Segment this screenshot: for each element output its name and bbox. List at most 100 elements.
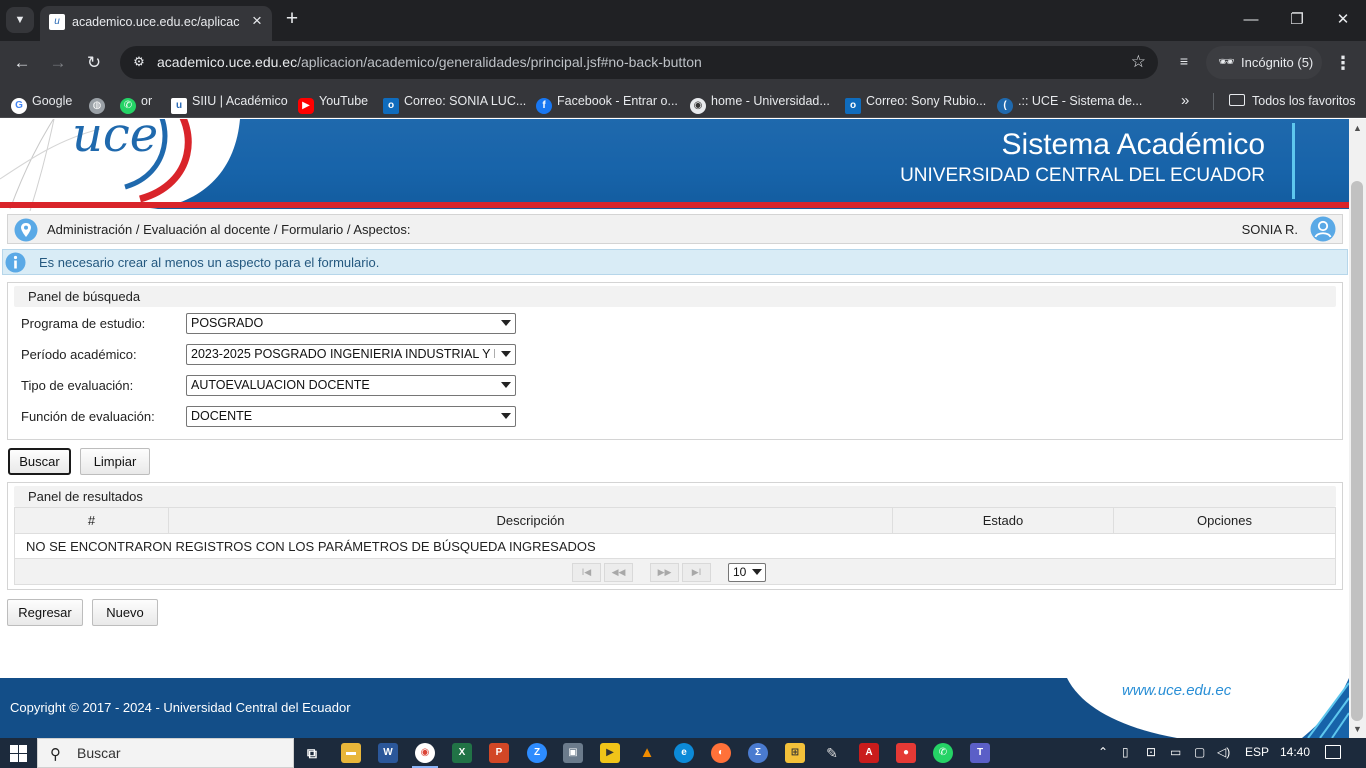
new-button[interactable]: Nuevo (92, 599, 158, 626)
tray-chevron-up-icon[interactable]: ⌃ (1098, 745, 1108, 759)
windows-start-icon[interactable] (10, 745, 27, 762)
scanner-icon[interactable]: ▣ (563, 743, 583, 763)
first-page-icon[interactable]: I◀ (572, 563, 601, 582)
powerpoint-icon[interactable]: P (489, 743, 509, 763)
scroll-thumb[interactable] (1351, 181, 1363, 721)
search-button[interactable]: Buscar (8, 448, 71, 475)
tab-close-icon[interactable]: × (247, 11, 267, 31)
info-text: Es necesario crear al menos un aspecto p… (39, 255, 380, 270)
bookmark-globe[interactable]: ◍ (89, 92, 110, 114)
media-player-icon[interactable]: ▶ (600, 743, 620, 763)
bookmark-star-icon[interactable]: ☆ (1131, 52, 1146, 72)
tray-volume-icon[interactable]: ◁) (1217, 745, 1230, 759)
acrobat-icon[interactable]: A (859, 743, 879, 763)
screen-recorder-icon[interactable]: ● (896, 743, 916, 763)
evaluation-function-select[interactable]: DOCENTE (186, 406, 516, 427)
evaluation-function-label: Función de evaluación: (21, 409, 155, 424)
breadcrumb: Administración / Evaluación al docente /… (7, 214, 1343, 244)
notification-center-icon[interactable] (1325, 745, 1341, 759)
scroll-down-icon[interactable]: ▼ (1353, 724, 1362, 734)
google-icon: G (11, 98, 27, 114)
reload-icon[interactable]: ↻ (81, 50, 107, 76)
chevron-down-icon (752, 569, 762, 575)
tray-language[interactable]: ESP (1245, 745, 1269, 759)
edge-icon[interactable]: e (674, 743, 694, 763)
tray-device-icon[interactable]: ▯ (1122, 745, 1129, 759)
back-button[interactable]: Regresar (7, 599, 83, 626)
new-tab-plus-icon[interactable]: + (281, 8, 303, 30)
page-scrollbar[interactable]: ▲ ▼ (1349, 119, 1366, 738)
previous-page-icon[interactable]: ◀◀ (604, 563, 633, 582)
bookmark-facebook[interactable]: f Facebook - Entrar o... (536, 92, 678, 114)
whatsapp-icon: ✆ (120, 98, 136, 114)
university-icon: ◉ (690, 98, 706, 114)
last-page-icon[interactable]: ▶I (682, 563, 711, 582)
bookmarks-more-icon[interactable]: » (1181, 92, 1189, 110)
scroll-up-icon[interactable]: ▲ (1353, 123, 1362, 133)
excel-icon[interactable]: X (452, 743, 472, 763)
bookmark-uce-sistema[interactable]: (.:: UCE - Sistema de... (997, 92, 1142, 114)
period-select[interactable]: 2023-2025 POSGRADO INGENIERIA INDUSTRIAL… (186, 344, 516, 365)
search-panel-header: Panel de búsqueda (14, 286, 1336, 307)
browser-menu-icon[interactable]: ⋮ (1334, 53, 1352, 73)
user-name[interactable]: SONIA R. (1242, 222, 1298, 237)
tray-display-icon[interactable]: ▢ (1194, 745, 1205, 759)
taskbar-search-box[interactable]: ⚲ Buscar (37, 738, 294, 768)
media-control-icon[interactable]: ≡ (1173, 53, 1195, 73)
tray-network-icon[interactable]: ⊡ (1146, 745, 1156, 759)
uce-icon: u (171, 98, 187, 114)
url-text[interactable]: academico.uce.edu.ec/aplicacion/academic… (157, 54, 702, 70)
window-minimize-icon[interactable]: — (1238, 8, 1264, 32)
bookmark-google[interactable]: G Google (11, 92, 72, 114)
tray-battery-icon[interactable]: ▭ (1170, 745, 1181, 759)
program-select[interactable]: POSGRADO (186, 313, 516, 334)
bookmark-youtube[interactable]: ▶ YouTube (298, 92, 368, 114)
sigma-app-icon[interactable]: Σ (748, 743, 768, 763)
tray-clock[interactable]: 14:40 (1280, 745, 1310, 759)
store-icon[interactable]: ⊞ (785, 743, 805, 763)
window-restore-icon[interactable]: ❐ (1284, 8, 1310, 32)
word-icon[interactable]: W (378, 743, 398, 763)
clear-button[interactable]: Limpiar (80, 448, 150, 475)
uce-icon: ( (997, 98, 1013, 114)
site-info-tune-icon[interactable]: ⚙ (130, 53, 148, 71)
tab-search-dropdown-icon[interactable]: ▼ (6, 7, 34, 33)
whatsapp-icon[interactable]: ✆ (933, 743, 953, 763)
address-bar[interactable]: ⚙ academico.uce.edu.ec/aplicacion/academ… (120, 46, 1158, 79)
vlc-icon[interactable]: ▲ (637, 743, 657, 763)
table-header-row: # Descripción Estado Opciones (14, 507, 1336, 534)
forward-arrow-icon[interactable]: → (45, 50, 71, 76)
next-page-icon[interactable]: ▶▶ (650, 563, 679, 582)
windows-taskbar: ⚲ Buscar ⧉ ▬ W ◉ X P Z ▣ ▶ ▲ e ◐ Σ ⊞ ✎ A… (0, 738, 1366, 768)
incognito-badge[interactable]: 🕶 Incógnito (5) (1206, 46, 1322, 79)
paint-icon[interactable]: ✎ (822, 743, 842, 763)
copyright-text: Copyright © 2017 - 2024 - Universidad Ce… (10, 700, 351, 715)
chrome-icon[interactable]: ◉ (415, 743, 435, 763)
zoom-icon[interactable]: Z (527, 743, 547, 763)
teams-icon[interactable]: T (970, 743, 990, 763)
bookmark-correo-sonia[interactable]: o Correo: SONIA LUC... (383, 92, 526, 114)
window-close-icon[interactable]: ✕ (1330, 8, 1356, 32)
website-link[interactable]: www.uce.edu.ec (1122, 682, 1231, 699)
bookmark-home-universidad[interactable]: ◉ home - Universidad... (690, 92, 830, 114)
browser-tab-active[interactable]: u academico.uce.edu.ec/aplicacion × (40, 6, 272, 41)
column-number[interactable]: # (14, 507, 169, 534)
user-avatar-icon[interactable] (1310, 216, 1336, 242)
empty-results-message: NO SE ENCONTRARON REGISTROS CON LOS PARÁ… (14, 533, 1336, 559)
task-view-icon[interactable]: ⧉ (302, 743, 322, 763)
browser-tab-bar: ▼ u academico.uce.edu.ec/aplicacion × + … (0, 0, 1366, 41)
bookmark-whatsapp[interactable]: ✆ or (120, 92, 152, 114)
youtube-icon: ▶ (298, 98, 314, 114)
bookmark-siiu[interactable]: u SIIU | Académico (171, 92, 288, 114)
all-bookmarks-folder[interactable]: Todos los favoritos (1229, 92, 1356, 110)
column-description[interactable]: Descripción (168, 507, 893, 534)
table-row: NO SE ENCONTRARON REGISTROS CON LOS PARÁ… (14, 533, 1336, 559)
firefox-icon[interactable]: ◐ (711, 743, 731, 763)
column-status[interactable]: Estado (892, 507, 1114, 534)
file-explorer-icon[interactable]: ▬ (341, 743, 361, 763)
back-arrow-icon[interactable]: ← (9, 50, 35, 76)
bookmark-correo-sony[interactable]: o Correo: Sony Rubio... (845, 92, 986, 114)
page-size-select[interactable]: 10 (728, 563, 766, 582)
column-options[interactable]: Opciones (1113, 507, 1336, 534)
evaluation-type-select[interactable]: AUTOEVALUACION DOCENTE (186, 375, 516, 396)
